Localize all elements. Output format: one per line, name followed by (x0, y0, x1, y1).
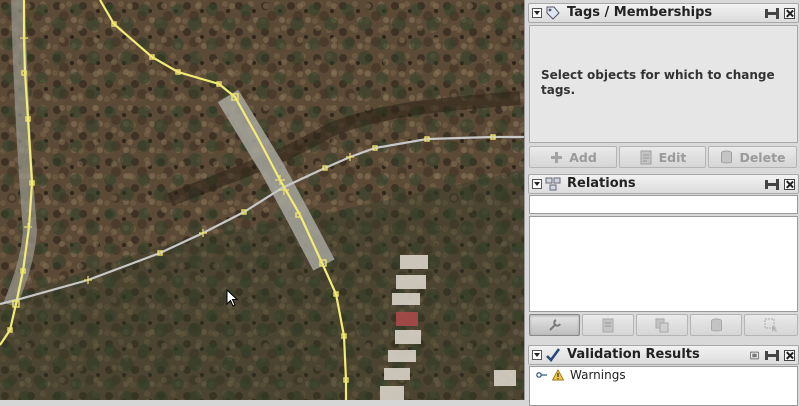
tree-handle-icon[interactable] (536, 370, 548, 380)
warnings-node[interactable]: Warnings (530, 367, 797, 383)
panel-title: Relations (567, 176, 636, 191)
collapse-icon[interactable] (532, 179, 542, 189)
validation-panel: Validation Results Warnings (528, 345, 799, 406)
tag-icon (546, 6, 560, 20)
detach-icon[interactable] (750, 349, 762, 362)
tags-button-row: Add Edit Delete (529, 146, 797, 168)
add-button[interactable]: Add (529, 146, 617, 168)
edit-relation-button[interactable] (582, 314, 634, 336)
checkmark-icon (546, 348, 561, 362)
validation-tree[interactable]: Warnings (529, 366, 798, 406)
satellite-imagery[interactable] (0, 0, 524, 400)
sidebar: Tags / Memberships Select objects for wh… (524, 0, 800, 406)
edit-button-label: Edit (658, 149, 687, 165)
delete-button[interactable]: Delete (708, 146, 797, 168)
edit-icon (602, 318, 613, 332)
mouse-pointer-icon (226, 289, 239, 307)
select-objects-message: Select objects for which to change tags. (541, 68, 775, 97)
select-relation-button[interactable] (529, 314, 580, 336)
tags-panel: Tags / Memberships Select objects for wh… (528, 3, 799, 168)
trash-icon (721, 150, 733, 163)
select-members-icon (764, 318, 777, 332)
add-button-label: Add (569, 149, 597, 165)
copy-icon (655, 318, 668, 332)
relations-filter-input[interactable] (529, 195, 798, 214)
collapse-icon[interactable] (532, 8, 542, 18)
close-icon[interactable] (784, 350, 795, 361)
panel-title: Tags / Memberships (567, 5, 713, 20)
panel-title: Validation Results (567, 347, 700, 362)
plus-icon (551, 151, 563, 163)
edit-button[interactable]: Edit (619, 146, 706, 168)
trash-icon (710, 318, 722, 331)
collapse-icon[interactable] (532, 350, 542, 360)
pin-icon[interactable] (764, 178, 780, 191)
duplicate-relation-button[interactable] (636, 314, 688, 336)
pin-icon[interactable] (764, 7, 780, 20)
relations-panel: Relations (528, 174, 799, 338)
warning-icon (552, 369, 564, 381)
select-members-button[interactable] (744, 314, 798, 336)
tags-content: Select objects for which to change tags. (529, 25, 798, 143)
validation-panel-header[interactable]: Validation Results (528, 345, 799, 365)
close-icon[interactable] (784, 8, 795, 19)
wrench-icon (549, 318, 561, 331)
delete-relation-button[interactable] (690, 314, 742, 336)
relations-button-row (529, 314, 798, 336)
tags-panel-header[interactable]: Tags / Memberships (528, 3, 799, 23)
map-view[interactable] (0, 0, 524, 400)
relations-panel-header[interactable]: Relations (528, 174, 799, 194)
close-icon[interactable] (784, 179, 795, 190)
pin-icon[interactable] (764, 349, 780, 362)
edit-icon (640, 150, 652, 164)
relations-list[interactable] (529, 216, 798, 312)
warnings-label: Warnings (570, 368, 626, 382)
relation-icon (545, 177, 561, 191)
delete-button-label: Delete (739, 149, 786, 165)
